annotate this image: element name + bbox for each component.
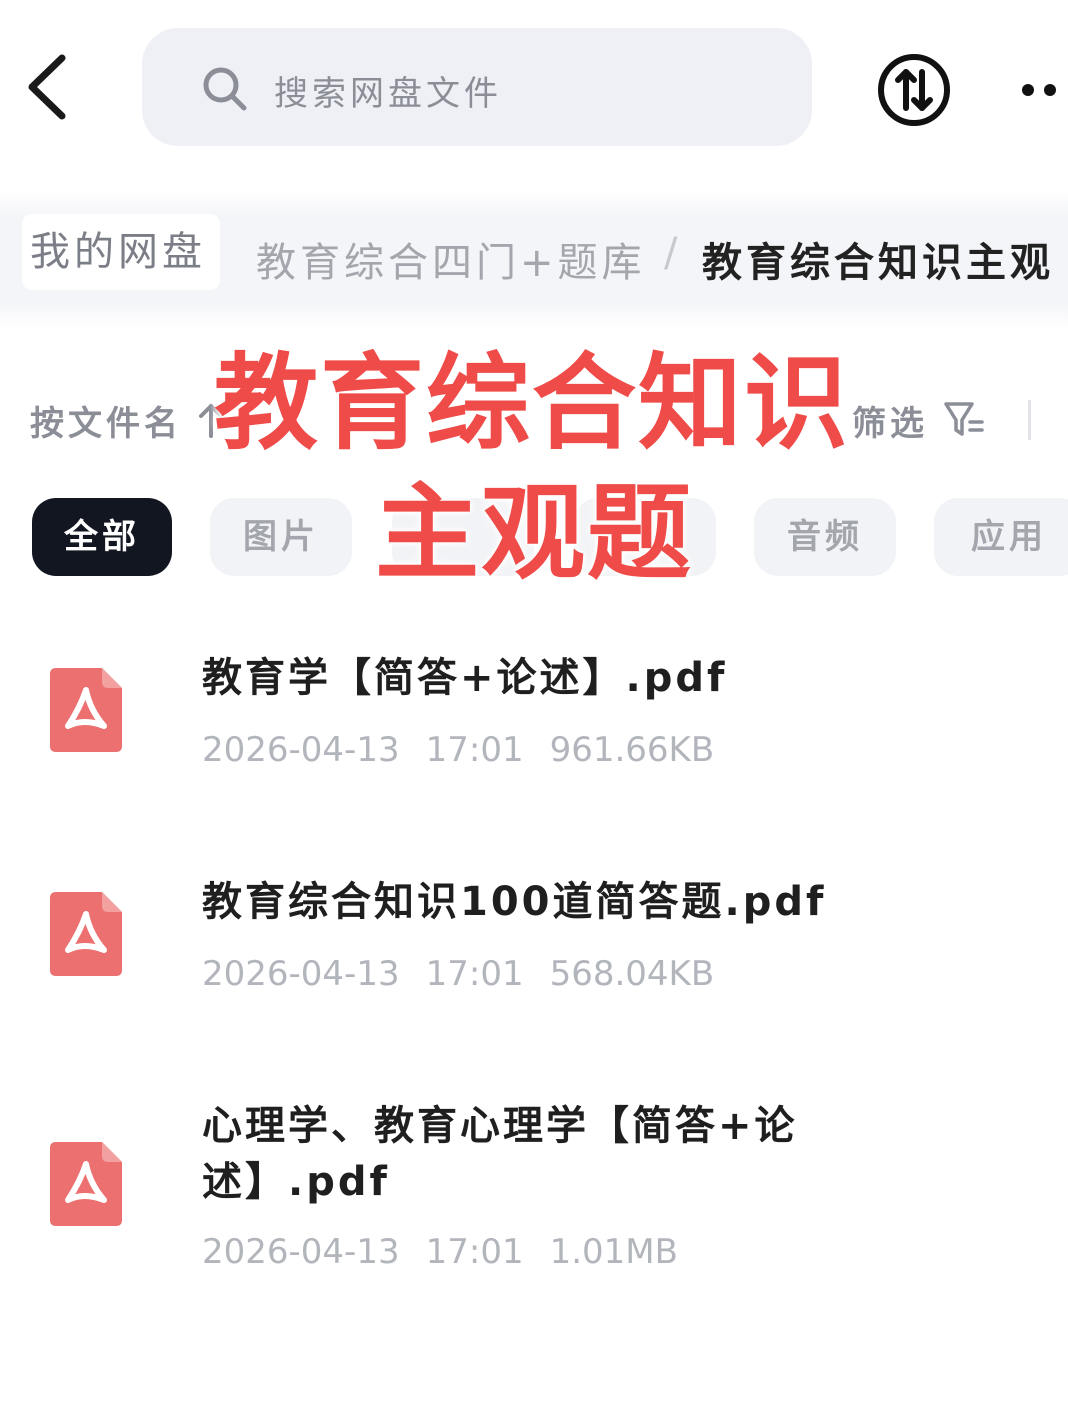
- search-icon: [203, 67, 247, 111]
- file-time: 17:01: [425, 1232, 524, 1272]
- file-meta: 2026-04-13 17:01 568.04KB: [202, 954, 740, 994]
- file-size: 961.66KB: [549, 730, 715, 770]
- more-button[interactable]: [1010, 72, 1068, 108]
- pdf-file-icon: [50, 1142, 122, 1226]
- breadcrumb-root[interactable]: 我的网盘: [22, 214, 220, 290]
- file-name: 教育综合知识100道简答题.pdf: [202, 879, 827, 925]
- more-dots-icon: [1022, 84, 1056, 96]
- back-button[interactable]: [18, 50, 78, 125]
- overlay-title-line2: 主观题: [374, 472, 693, 594]
- breadcrumb-separator: /: [664, 230, 682, 276]
- file-time: 17:01: [425, 954, 524, 994]
- chevron-left-icon: [28, 54, 66, 120]
- breadcrumb-parent[interactable]: 教育综合四门+题库: [256, 230, 646, 288]
- file-browser-screen: 搜索网盘文件 我的网盘 教育综合四门+题库 / 教育综合知识主观 按文件名 筛选: [0, 0, 1068, 1424]
- file-date: 2026-04-13: [202, 1232, 400, 1272]
- file-size: 568.04KB: [549, 954, 715, 994]
- breadcrumb: 我的网盘 教育综合四门+题库 / 教育综合知识主观: [0, 190, 1068, 330]
- file-list-item[interactable]: 教育学【简答+论述】.pdf 2026-04-13 17:01 961.66KB: [0, 640, 1068, 820]
- transfer-icon: [878, 54, 950, 126]
- transfer-button[interactable]: [876, 52, 952, 128]
- search-input[interactable]: 搜索网盘文件: [142, 28, 812, 146]
- breadcrumb-current: 教育综合知识主观: [702, 240, 1054, 286]
- overlay-title-line1: 教育综合知识: [213, 342, 850, 464]
- file-list-item[interactable]: 心理学、教育心理学【简答+论述】.pdf 2026-04-13 17:01 1.01…: [0, 1092, 1068, 1312]
- pdf-file-icon: [50, 892, 122, 976]
- file-date: 2026-04-13: [202, 954, 400, 994]
- pdf-file-icon: [50, 668, 122, 752]
- file-meta: 2026-04-13 17:01 961.66KB: [202, 730, 740, 770]
- file-meta: 2026-04-13 17:01 1.01MB: [202, 1232, 704, 1272]
- file-time: 17:01: [425, 730, 524, 770]
- file-date: 2026-04-13: [202, 730, 400, 770]
- file-name: 心理学、教育心理学【简答+论述】.pdf: [202, 1103, 798, 1205]
- file-size: 1.01MB: [549, 1232, 678, 1272]
- file-name: 教育学【简答+论述】.pdf: [202, 655, 728, 701]
- search-placeholder: 搜索网盘文件: [274, 74, 502, 114]
- file-list-item[interactable]: 教育综合知识100道简答题.pdf 2026-04-13 17:01 568.04K…: [0, 864, 1068, 1044]
